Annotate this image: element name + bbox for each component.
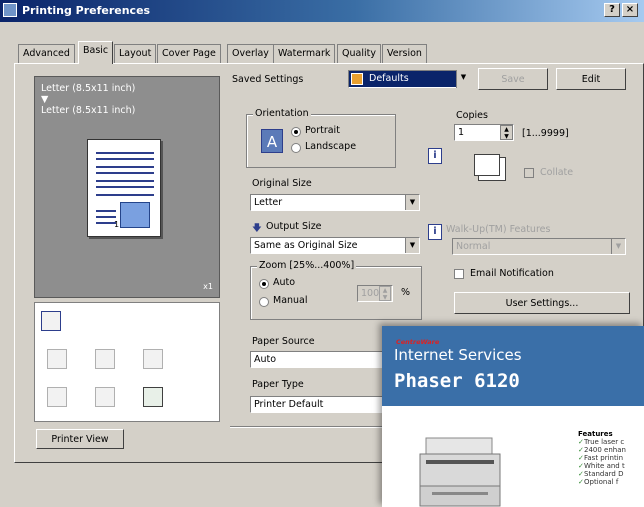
landscape-label: Landscape xyxy=(305,141,357,152)
zoom-spinner[interactable]: ▲ ▼ xyxy=(379,286,391,301)
tab-version[interactable]: Version xyxy=(382,44,427,63)
email-notification-checkbox[interactable] xyxy=(454,269,464,279)
zoom-group: Zoom [25%...400%] Auto Manual 100 ▲ ▼ % xyxy=(250,260,422,320)
original-size-dropdown-icon[interactable]: ▼ xyxy=(405,195,419,210)
feature-item: Optional f xyxy=(578,478,626,486)
feature-item: Fast printin xyxy=(578,454,626,462)
internet-services-title: Internet Services xyxy=(394,346,522,364)
staple-icon[interactable] xyxy=(95,349,115,369)
saved-settings-dropdown-icon[interactable]: ▼ xyxy=(456,70,470,88)
window-title: Printing Preferences xyxy=(22,4,151,17)
centreware-logo: CentreWare xyxy=(396,338,440,346)
front-cover-icon[interactable] xyxy=(47,387,67,407)
copies-label: Copies xyxy=(456,110,488,121)
tab-overlay[interactable]: Overlay xyxy=(227,44,274,63)
feature-item: True laser c xyxy=(578,438,626,446)
printer-image xyxy=(419,437,501,507)
copies-spinner[interactable]: ▲ ▼ xyxy=(500,125,513,140)
collate-checkbox[interactable] xyxy=(524,168,534,178)
email-notification-label: Email Notification xyxy=(470,268,554,279)
walkup-label: Walk-Up(TM) Features xyxy=(446,224,551,235)
save-button[interactable]: Save xyxy=(478,68,548,90)
user-settings-button[interactable]: User Settings... xyxy=(454,292,630,314)
features-title: Features xyxy=(578,430,613,438)
orientation-icon: A xyxy=(261,129,283,153)
features-list: Features True laser c 2400 enhan Fast pr… xyxy=(578,430,626,486)
printer-model-title: Phaser 6120 xyxy=(394,370,520,392)
collate-pages-icon xyxy=(474,154,500,176)
title-bar: Printing Preferences ? × xyxy=(0,0,644,22)
zoom-manual-label: Manual xyxy=(273,295,308,306)
output-size-value: Same as Original Size xyxy=(254,240,358,251)
preview-page-number: 1 xyxy=(114,220,120,229)
zoom-auto-label: Auto xyxy=(273,277,296,288)
printer-icon xyxy=(3,3,17,17)
orientation-title: Orientation xyxy=(253,108,311,119)
orientation-group: Orientation A Portrait Landscape xyxy=(246,108,396,168)
info-icon[interactable]: i xyxy=(428,224,442,240)
output-size-select[interactable]: Same as Original Size ▼ xyxy=(250,237,420,254)
overlay-icon[interactable] xyxy=(143,387,163,407)
tab-watermark[interactable]: Watermark xyxy=(273,44,336,63)
preview-output-label: Letter (8.5x11 inch) xyxy=(41,105,136,116)
punch-icon[interactable] xyxy=(143,349,163,369)
output-size-arrow-icon: 🡇 xyxy=(252,223,262,234)
printer-status-icon[interactable] xyxy=(41,311,61,331)
original-size-value: Letter xyxy=(254,197,283,208)
collate-icon[interactable] xyxy=(47,349,67,369)
paper-source-label: Paper Source xyxy=(252,336,315,347)
output-size-label: Output Size xyxy=(266,221,322,232)
feature-item: Standard D xyxy=(578,470,626,478)
saved-settings-label: Saved Settings xyxy=(232,74,304,85)
tab-advanced[interactable]: Advanced xyxy=(18,44,75,63)
original-size-select[interactable]: Letter ▼ xyxy=(250,194,420,211)
portrait-radio[interactable] xyxy=(291,127,301,137)
collate-label: Collate xyxy=(540,167,574,178)
dialog-footer xyxy=(14,463,382,507)
paper-source-select[interactable]: Auto xyxy=(250,351,384,368)
info-icon[interactable]: i xyxy=(428,148,442,164)
defaults-icon xyxy=(351,73,363,85)
feature-item: 2400 enhan xyxy=(578,446,626,454)
watermark-icon[interactable] xyxy=(95,387,115,407)
tab-layout[interactable]: Layout xyxy=(114,44,157,63)
paper-type-select[interactable]: Printer Default xyxy=(250,396,384,413)
preview-copies-mark: x1 xyxy=(203,282,213,291)
preview-image xyxy=(120,202,150,228)
separator xyxy=(230,426,382,428)
output-size-dropdown-icon[interactable]: ▼ xyxy=(405,238,419,253)
zoom-unit: % xyxy=(401,287,411,298)
internet-services-overlay: CentreWare Internet Services Phaser 6120… xyxy=(382,326,644,507)
tab-basic[interactable]: Basic xyxy=(78,41,114,64)
walkup-value: Normal xyxy=(456,241,491,252)
function-icons-panel xyxy=(34,302,220,422)
zoom-manual-radio[interactable] xyxy=(259,297,269,307)
preview-paper-label: Letter (8.5x11 inch) xyxy=(41,83,136,94)
close-button[interactable]: × xyxy=(622,3,638,17)
feature-item: White and t xyxy=(578,462,626,470)
preview-arrow-icon: ▼ xyxy=(41,94,49,105)
preview-page: 1 xyxy=(87,139,161,237)
tab-cover-page[interactable]: Cover Page xyxy=(157,44,221,63)
zoom-auto-radio[interactable] xyxy=(259,279,269,289)
edit-button[interactable]: Edit xyxy=(556,68,626,90)
portrait-label: Portrait xyxy=(305,125,340,136)
paper-type-label: Paper Type xyxy=(252,379,304,390)
copies-range: [1...9999] xyxy=(522,128,569,139)
walkup-dropdown-icon[interactable]: ▼ xyxy=(611,239,625,254)
landscape-radio[interactable] xyxy=(291,143,301,153)
walkup-select[interactable]: Normal ▼ xyxy=(452,238,626,255)
original-size-label: Original Size xyxy=(252,178,312,189)
saved-settings-select[interactable]: Defaults xyxy=(348,70,470,88)
help-button[interactable]: ? xyxy=(604,3,620,17)
zoom-title: Zoom [25%...400%] xyxy=(257,260,357,271)
printer-view-button[interactable]: Printer View xyxy=(36,429,124,449)
page-preview: Letter (8.5x11 inch) ▼ Letter (8.5x11 in… xyxy=(34,76,220,298)
tab-quality[interactable]: Quality xyxy=(337,44,381,63)
